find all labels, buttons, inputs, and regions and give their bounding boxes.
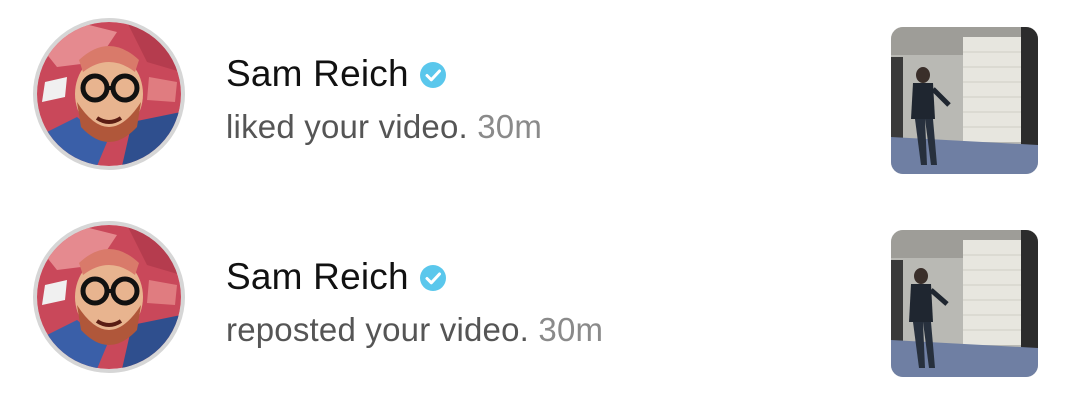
user-avatar[interactable]: [33, 221, 185, 373]
name-line: Sam Reich: [226, 255, 447, 299]
user-avatar[interactable]: [33, 18, 185, 170]
video-thumbnail[interactable]: [891, 27, 1038, 174]
illustrated-avatar-icon: [37, 225, 181, 369]
activity-text: liked your video. 30m: [226, 108, 542, 146]
activity-text: reposted your video. 30m: [226, 311, 603, 349]
timestamp: 30m: [538, 311, 604, 348]
verified-badge-icon: [419, 264, 447, 292]
illustrated-avatar-icon: [37, 22, 181, 166]
username[interactable]: Sam Reich: [226, 53, 409, 95]
timestamp: 30m: [477, 108, 543, 145]
action-text: liked your video.: [226, 108, 468, 145]
notification-row[interactable]: Sam Reich reposted your video. 30m: [0, 213, 1080, 393]
name-line: Sam Reich: [226, 52, 447, 96]
notification-row[interactable]: Sam Reich liked your video. 30m: [0, 10, 1080, 190]
action-text: reposted your video.: [226, 311, 530, 348]
video-thumbnail[interactable]: [891, 230, 1038, 377]
verified-badge-icon: [419, 61, 447, 89]
username[interactable]: Sam Reich: [226, 256, 409, 298]
